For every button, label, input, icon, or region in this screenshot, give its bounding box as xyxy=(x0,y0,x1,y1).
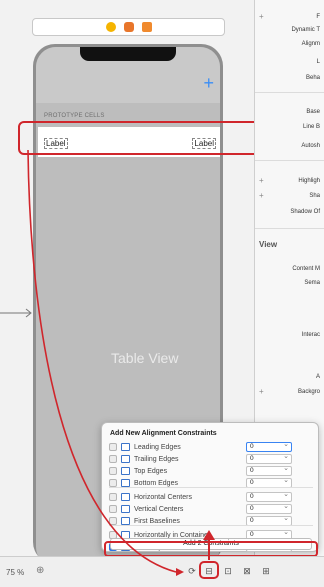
alignment-type-icon xyxy=(121,455,130,463)
inspector-row-label: Highligh xyxy=(298,178,320,184)
zoom-level[interactable]: 75 % xyxy=(6,568,24,577)
constraint-checkbox[interactable] xyxy=(109,517,117,525)
constraint-label: Bottom Edges xyxy=(134,479,178,487)
inspector-row-label: Line B xyxy=(302,124,320,130)
inspector-row-label: Base xyxy=(306,109,320,115)
prototype-cells-header: PROTOTYPE CELLS xyxy=(44,113,105,119)
constraint-checkbox[interactable] xyxy=(109,455,117,463)
resolve-issues-icon[interactable]: ⊠ xyxy=(241,565,253,577)
add-variation-icon[interactable]: + xyxy=(259,191,264,200)
view-controller-icon[interactable] xyxy=(105,22,116,32)
add-variation-icon[interactable]: + xyxy=(259,387,264,396)
popover-divider xyxy=(109,525,313,526)
inspector-section-view: View xyxy=(259,240,278,249)
constraint-checkbox[interactable] xyxy=(109,467,117,475)
inspector-row-label: Beha xyxy=(305,75,320,81)
constraint-checkbox[interactable] xyxy=(109,479,117,487)
add-variation-icon[interactable]: + xyxy=(259,176,264,185)
entry-point-arrow xyxy=(0,308,32,318)
alignment-type-icon xyxy=(121,505,130,513)
constraint-row[interactable]: Leading Edges 0 xyxy=(109,441,313,453)
inspector-row-label: L xyxy=(316,59,320,65)
table-view-placeholder: Table View xyxy=(111,350,179,366)
inspector-divider xyxy=(255,92,324,93)
inspector-row-label: F xyxy=(316,14,320,20)
constraint-row[interactable]: Top Edges 0 xyxy=(109,465,313,477)
alignment-type-icon xyxy=(121,479,130,487)
alignment-type-icon xyxy=(121,443,130,451)
constraint-checkbox[interactable] xyxy=(109,493,117,501)
vertically-in-container-highlight xyxy=(104,541,318,557)
exit-icon[interactable] xyxy=(141,22,152,32)
constraint-constant-field[interactable]: 0 xyxy=(246,491,292,502)
inspector-row-label: Dynamic T xyxy=(291,27,320,33)
inspector-row-label: Sha xyxy=(309,193,320,199)
constraint-constant-field[interactable]: 0 xyxy=(246,465,292,476)
inspector-row-label: A xyxy=(315,374,320,380)
popover-title: Add New Alignment Constraints xyxy=(110,430,217,437)
embed-icon[interactable]: ⊞ xyxy=(260,565,272,577)
zoom-in-icon[interactable]: ⊕ xyxy=(36,565,44,576)
inspector-row-label: Autosh xyxy=(301,143,320,149)
constraint-constant-field[interactable]: 0 xyxy=(246,453,292,464)
add-bar-button-icon[interactable]: + xyxy=(203,74,214,92)
inspector-row-label: Interac xyxy=(301,332,320,338)
alignment-type-icon xyxy=(121,467,130,475)
constraint-label: Trailing Edges xyxy=(134,455,179,463)
first-responder-icon[interactable] xyxy=(123,22,134,32)
scene-dock xyxy=(32,18,225,36)
constraint-constant-field[interactable]: 0 xyxy=(246,503,292,514)
constraint-row[interactable]: Trailing Edges 0 xyxy=(109,453,313,465)
constraint-checkbox[interactable] xyxy=(109,505,117,513)
constraint-row[interactable]: Vertical Centers 0 xyxy=(109,503,313,515)
constraint-label: Vertical Centers xyxy=(134,505,184,513)
alignment-type-icon xyxy=(121,493,130,501)
inspector-row-label: Backgro xyxy=(297,389,320,395)
alignment-constraints-popover: Add New Alignment Constraints Leading Ed… xyxy=(101,422,319,552)
device-notch xyxy=(80,47,176,61)
inspector-row-label: Sema xyxy=(304,280,320,286)
cell-highlight-annotation xyxy=(18,121,274,155)
constraint-label: Leading Edges xyxy=(134,443,181,451)
constraint-checkbox[interactable] xyxy=(109,443,117,451)
constraint-label: Horizontal Centers xyxy=(134,493,192,501)
inspector-row-label: Shadow Of xyxy=(290,209,320,215)
constraint-label: Top Edges xyxy=(134,467,168,475)
constraint-label: First Baselines xyxy=(134,517,180,525)
align-button-highlight xyxy=(199,561,219,579)
inspector-row-label: Content M xyxy=(292,266,320,272)
inspector-divider xyxy=(255,228,324,229)
canvas-bottom-bar: 75 % ⊕ ⟳ ⊟ ⊡ ⊠ ⊞ xyxy=(0,556,324,587)
add-variation-icon[interactable]: + xyxy=(259,12,264,21)
add-constraints-icon[interactable]: ⊡ xyxy=(222,565,234,577)
alignment-type-icon xyxy=(121,517,130,525)
constraint-row[interactable]: Horizontal Centers 0 xyxy=(109,491,313,503)
popover-divider xyxy=(109,487,313,488)
update-frames-icon[interactable]: ⟳ xyxy=(186,565,198,577)
inspector-row-label: Alignm xyxy=(301,41,320,47)
constraint-constant-field[interactable]: 0 xyxy=(246,441,292,452)
navigation-bar: + xyxy=(36,47,220,103)
inspector-divider xyxy=(255,160,324,161)
